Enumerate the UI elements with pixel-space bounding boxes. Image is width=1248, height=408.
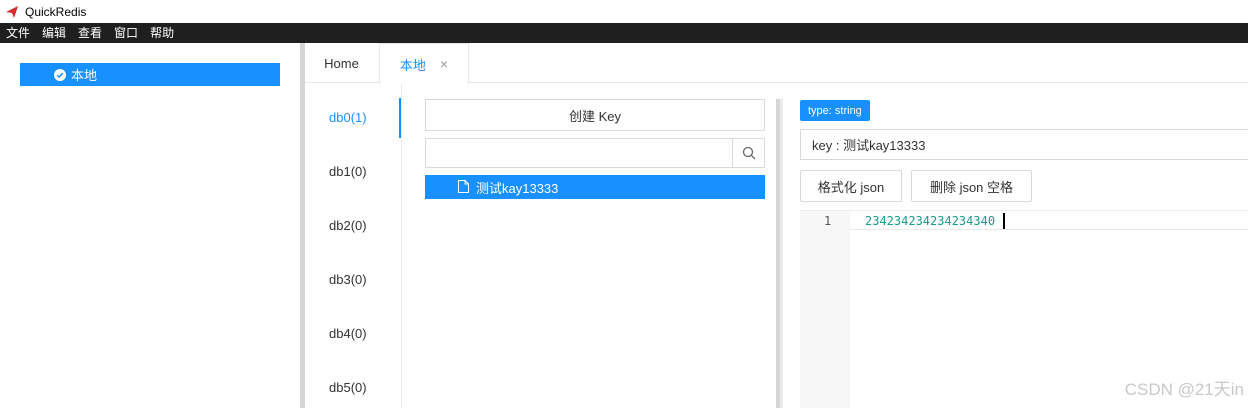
- menu-edit[interactable]: 编辑: [36, 23, 72, 43]
- type-badge: type: string: [800, 100, 870, 121]
- editor-content[interactable]: 234234234234234340: [865, 214, 995, 228]
- text-cursor: [1003, 213, 1005, 229]
- db-item-3[interactable]: db3(0): [329, 272, 367, 287]
- create-key-button[interactable]: 创建 Key: [425, 99, 765, 131]
- active-db-indicator: [399, 98, 401, 138]
- create-key-label: 创建 Key: [568, 108, 621, 124]
- close-icon[interactable]: ×: [440, 56, 448, 72]
- menu-view[interactable]: 查看: [72, 23, 108, 43]
- key-name: 测试kay13333: [476, 180, 559, 196]
- connection-node[interactable]: 本地: [20, 63, 280, 86]
- menu-file[interactable]: 文件: [0, 23, 36, 43]
- check-circle-icon: [54, 69, 66, 81]
- editor-gutter: [800, 211, 850, 408]
- format-json-label: 格式化 json: [817, 179, 885, 195]
- database-list: db0(1) db1(0) db2(0) db3(0) db4(0) db5(0…: [305, 84, 402, 408]
- watermark: CSDN @21天in: [1124, 380, 1244, 399]
- remove-json-spaces-button[interactable]: 删除 json 空格: [911, 170, 1032, 202]
- remove-json-spaces-label: 删除 json 空格: [929, 179, 1014, 195]
- tab-home-label: Home: [324, 55, 359, 71]
- title-bar: QuickRedis: [0, 0, 1248, 23]
- tab-home[interactable]: Home: [305, 43, 378, 83]
- window-title: QuickRedis: [25, 4, 87, 19]
- db-item-2[interactable]: db2(0): [329, 218, 367, 233]
- search-button[interactable]: [732, 139, 764, 167]
- tab-local[interactable]: 本地 ×: [379, 43, 469, 84]
- format-json-button[interactable]: 格式化 json: [800, 170, 902, 202]
- tab-local-label: 本地: [399, 57, 426, 73]
- app-logo-icon: [6, 5, 18, 18]
- db-item-1[interactable]: db1(0): [329, 164, 367, 179]
- key-search-input[interactable]: [425, 138, 765, 168]
- menu-window[interactable]: 窗口: [108, 23, 144, 43]
- column-splitter-shadow: [780, 99, 783, 408]
- tab-bar: Home 本地 ×: [305, 43, 1248, 84]
- db-item-5[interactable]: db5(0): [329, 380, 367, 395]
- menu-help[interactable]: 帮助: [144, 23, 180, 43]
- db-item-4[interactable]: db4(0): [329, 326, 367, 341]
- connection-label: 本地: [71, 68, 98, 83]
- line-number: 1: [824, 214, 832, 228]
- file-icon: [458, 180, 469, 193]
- search-icon: [742, 146, 755, 160]
- menu-bar: 文件 编辑 查看 窗口 帮助: [0, 23, 1248, 43]
- key-list-item[interactable]: 测试kay13333: [425, 175, 765, 199]
- db-item-0[interactable]: db0(1): [329, 110, 367, 125]
- key-name-field[interactable]: key : 测试kay13333: [800, 129, 1248, 160]
- connection-tree-panel: 本地: [0, 43, 300, 408]
